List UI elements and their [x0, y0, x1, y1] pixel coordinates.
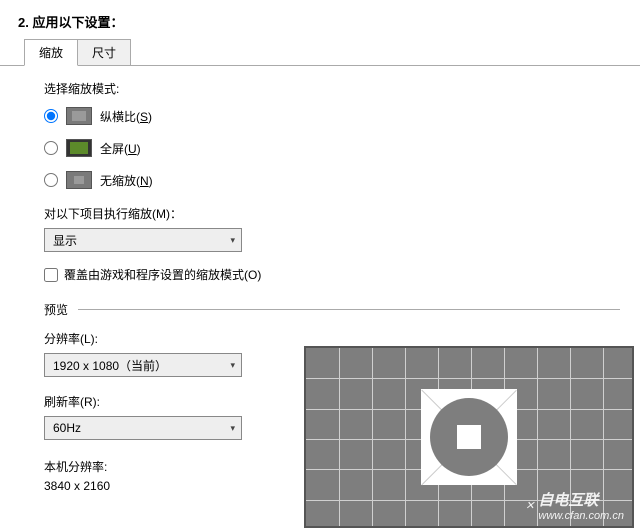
watermark-sub: www.cfan.com.cn: [538, 510, 624, 522]
watermark: ✕ 自电互联 www.cfan.com.cn: [525, 489, 624, 522]
resolution-select[interactable]: 1920 x 1080（当前） ▾: [44, 353, 242, 377]
radio-fullscreen[interactable]: 全屏(U): [44, 139, 620, 157]
radio-no-scaling[interactable]: 无缩放(N): [44, 171, 620, 189]
preview-section-header: 预览: [44, 301, 620, 318]
watermark-logo-icon: ✕: [525, 499, 534, 512]
override-checkbox-row[interactable]: 覆盖由游戏和程序设置的缩放模式(O): [44, 266, 620, 283]
tab-size[interactable]: 尺寸: [77, 39, 131, 66]
native-resolution-value: 3840 x 2160: [44, 479, 284, 493]
radio-no-scaling-label: 无缩放(N): [100, 172, 153, 189]
override-checkbox-label: 覆盖由游戏和程序设置的缩放模式(O): [64, 266, 261, 283]
page-title: 2. 应用以下设置：: [0, 0, 640, 39]
fullscreen-icon: [66, 139, 92, 157]
radio-aspect-ratio-input[interactable]: [44, 109, 58, 123]
radio-fullscreen-input[interactable]: [44, 141, 58, 155]
preview-image: ✕ 自电互联 www.cfan.com.cn: [304, 346, 634, 528]
divider: [78, 309, 620, 310]
watermark-main: 自电互联: [538, 492, 598, 509]
aspect-ratio-icon: [66, 107, 92, 125]
no-scaling-icon: [66, 171, 92, 189]
radio-aspect-ratio[interactable]: 纵横比(S): [44, 107, 620, 125]
chevron-down-icon: ▾: [230, 423, 235, 434]
radio-aspect-ratio-label: 纵横比(S): [100, 108, 152, 125]
refresh-rate-select[interactable]: 60Hz ▾: [44, 416, 242, 440]
radio-fullscreen-label: 全屏(U): [100, 140, 141, 157]
tab-scaling[interactable]: 缩放: [24, 39, 78, 66]
resolution-value: 1920 x 1080（当前）: [53, 357, 167, 374]
chevron-down-icon: ▾: [230, 360, 235, 371]
radio-no-scaling-input[interactable]: [44, 173, 58, 187]
refresh-rate-label: 刷新率(R):: [44, 393, 284, 410]
perform-scaling-on-label: 对以下项目执行缩放(M)：: [44, 205, 620, 222]
tab-bar: 缩放 尺寸: [24, 39, 640, 66]
preview-label: 预览: [44, 301, 68, 318]
refresh-rate-value: 60Hz: [53, 421, 81, 435]
perform-scaling-on-value: 显示: [53, 232, 77, 249]
resolution-label: 分辨率(L):: [44, 330, 284, 347]
perform-scaling-on-select[interactable]: 显示 ▾: [44, 228, 242, 252]
chevron-down-icon: ▾: [230, 235, 235, 246]
override-checkbox[interactable]: [44, 268, 58, 282]
scaling-mode-label: 选择缩放模式:: [44, 80, 620, 97]
native-resolution-label: 本机分辨率:: [44, 458, 284, 475]
